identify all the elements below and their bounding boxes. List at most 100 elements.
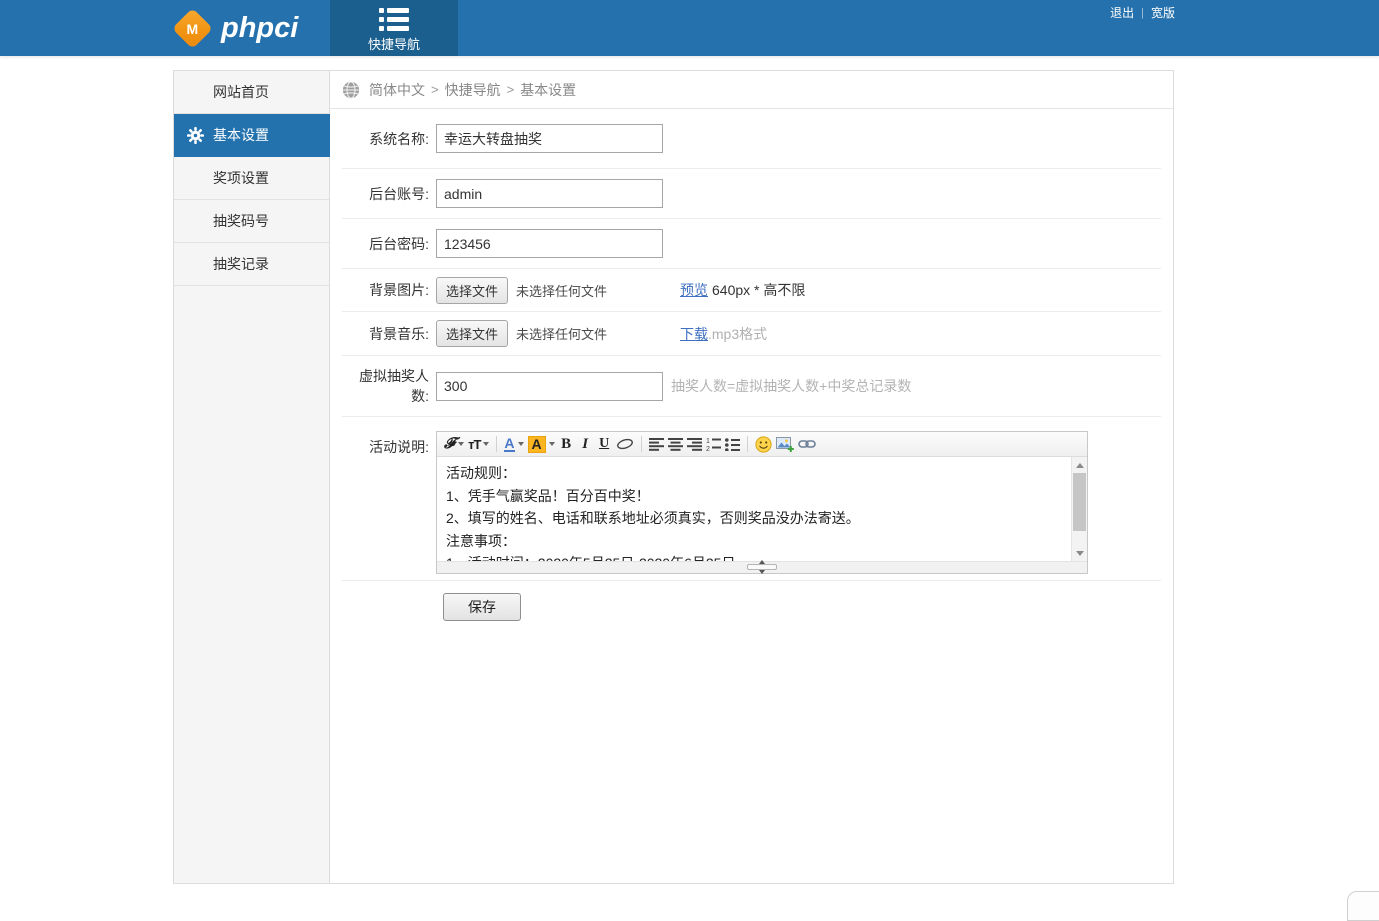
editor-line: 2、填写的姓名、电话和联系地址必须真实，否则奖品没办法寄送。 <box>446 507 1061 530</box>
editor-content[interactable]: 活动规则： 1、凭手气赢奖品！百分百中奖！ 2、填写的姓名、电话和联系地址必须真… <box>437 457 1087 561</box>
font-color-icon: A <box>504 436 514 452</box>
sidebar-item-label: 抽奖码号 <box>213 213 269 229</box>
sidebar-item-label: 基本设置 <box>213 127 269 143</box>
form-row-admin-password: 后台密码: <box>342 219 1161 269</box>
editor-scrollbar[interactable] <box>1071 457 1087 561</box>
breadcrumb-language: 简体中文 <box>369 80 425 100</box>
background-music-hint: .mp3格式 <box>708 324 767 344</box>
background-image-label: 背景图片: <box>342 280 436 300</box>
ordered-list-button[interactable]: 1 2 <box>704 434 723 454</box>
editor-resize-bar[interactable] <box>437 561 1087 573</box>
admin-account-input[interactable] <box>436 179 663 208</box>
form-row-activity-description: 活动说明: 𝓕 ᴛT A <box>342 417 1161 581</box>
breadcrumb-page: 基本设置 <box>520 80 576 100</box>
rich-text-editor: 𝓕 ᴛT A A B <box>436 431 1088 574</box>
file-status-text: 未选择任何文件 <box>516 324 607 343</box>
eraser-icon <box>616 437 634 451</box>
editor-line: 注意事项： <box>446 530 1061 553</box>
brand-name: phpci <box>221 12 298 45</box>
brand-logo[interactable]: M phpci <box>176 0 298 56</box>
toolbar-separator <box>641 436 642 452</box>
breadcrumb-section: 快捷导航 <box>445 80 501 100</box>
scrollbar-down-arrow[interactable] <box>1072 546 1087 560</box>
font-color-button[interactable]: A <box>502 434 525 454</box>
underline-button[interactable]: U <box>595 434 614 454</box>
system-name-label: 系统名称: <box>342 129 436 149</box>
editor-line: 1、凭手气赢奖品！百分百中奖！ <box>446 485 1061 508</box>
insert-link-button[interactable] <box>796 434 818 454</box>
editor-toolbar: 𝓕 ᴛT A A B <box>437 432 1087 457</box>
top-header: M phpci 快捷导航 退出 | 宽版 <box>0 0 1379 56</box>
align-left-button[interactable] <box>647 434 666 454</box>
breadcrumb-separator: > <box>431 82 439 97</box>
preview-link[interactable]: 预览 <box>680 280 708 300</box>
sidebar-item-prize-settings[interactable]: 奖项设置 <box>174 157 329 200</box>
sidebar-item-label: 奖项设置 <box>213 170 269 186</box>
link-icon <box>798 439 816 449</box>
sidebar-item-home[interactable]: 网站首页 <box>174 71 329 114</box>
align-center-button[interactable] <box>666 434 685 454</box>
font-family-icon: 𝓕 <box>444 435 455 453</box>
sidebar-item-basic-settings[interactable]: 基本设置 <box>174 114 330 157</box>
save-button[interactable]: 保存 <box>443 593 521 621</box>
align-right-icon <box>687 438 702 451</box>
form-row-virtual-count: 虚拟抽奖人数: 抽奖人数=虚拟抽奖人数+中奖总记录数 <box>342 356 1161 417</box>
background-music-file-widget: 选择文件 未选择任何文件 <box>436 320 680 347</box>
underline-icon: U <box>599 436 609 452</box>
background-music-label: 背景音乐: <box>342 324 436 344</box>
admin-password-input[interactable] <box>436 229 663 258</box>
font-family-button[interactable]: 𝓕 <box>442 434 466 454</box>
sidebar: 网站首页 基本设置 奖项设置 <box>174 71 330 883</box>
brand-logo-letter: M <box>187 20 199 36</box>
nav-tab-quick-navigation[interactable]: 快捷导航 <box>330 0 458 56</box>
activity-description-label: 活动说明: <box>342 437 436 457</box>
bold-icon: B <box>561 436 571 453</box>
virtual-count-input[interactable] <box>436 372 663 401</box>
svg-text:1: 1 <box>706 438 710 445</box>
font-size-button[interactable]: ᴛT <box>466 434 491 454</box>
gear-icon <box>187 127 204 144</box>
highlight-color-button[interactable]: A <box>526 434 557 454</box>
scrollbar-thumb[interactable] <box>1073 473 1086 531</box>
wide-version-link[interactable]: 宽版 <box>1151 4 1175 21</box>
admin-password-label: 后台密码: <box>342 234 436 254</box>
globe-icon <box>342 81 360 99</box>
align-right-button[interactable] <box>685 434 704 454</box>
file-status-text: 未选择任何文件 <box>516 281 607 300</box>
editor-line: 1、活动时间：2020年5月25日-2020年6月25日 <box>446 552 1061 561</box>
background-image-file-widget: 选择文件 未选择任何文件 <box>436 277 680 304</box>
italic-icon: I <box>582 436 588 453</box>
main-panel: 网站首页 基本设置 奖项设置 <box>173 70 1174 884</box>
nav-tab-label: 快捷导航 <box>330 34 458 53</box>
resize-handle-icon[interactable] <box>747 564 777 570</box>
scrollbar-up-arrow[interactable] <box>1072 458 1087 472</box>
system-name-input[interactable] <box>436 124 663 153</box>
logout-link[interactable]: 退出 <box>1110 4 1134 21</box>
ordered-list-icon: 1 2 <box>706 437 721 451</box>
choose-file-button[interactable]: 选择文件 <box>436 320 508 347</box>
choose-file-button[interactable]: 选择文件 <box>436 277 508 304</box>
insert-image-button[interactable] <box>774 434 796 454</box>
highlight-color-icon: A <box>528 436 546 453</box>
sidebar-item-lottery-records[interactable]: 抽奖记录 <box>174 243 329 286</box>
admin-account-label: 后台账号: <box>342 184 436 204</box>
unordered-list-button[interactable] <box>723 434 742 454</box>
emoticon-button[interactable] <box>753 434 774 454</box>
form-row-admin-account: 后台账号: <box>342 169 1161 219</box>
font-size-icon: ᴛT <box>468 437 480 452</box>
brand-diamond-icon: M <box>172 7 213 48</box>
insert-image-icon <box>776 437 794 452</box>
remove-format-button[interactable] <box>614 434 636 454</box>
sidebar-item-lottery-codes[interactable]: 抽奖码号 <box>174 200 329 243</box>
triangle-up-icon <box>1076 463 1084 468</box>
back-to-top-widget[interactable] <box>1347 891 1379 921</box>
bold-button[interactable]: B <box>557 434 576 454</box>
download-link[interactable]: 下载 <box>680 324 708 344</box>
italic-button[interactable]: I <box>576 434 595 454</box>
align-center-icon <box>668 438 683 451</box>
form-row-background-music: 背景音乐: 选择文件 未选择任何文件 下载 .mp3格式 <box>342 312 1161 356</box>
header-links: 退出 | 宽版 <box>1110 4 1175 21</box>
background-image-hint: 640px * 高不限 <box>712 280 805 300</box>
form-row-background-image: 背景图片: 选择文件 未选择任何文件 预览 640px * 高不限 <box>342 269 1161 312</box>
chevron-down-icon <box>483 442 489 446</box>
